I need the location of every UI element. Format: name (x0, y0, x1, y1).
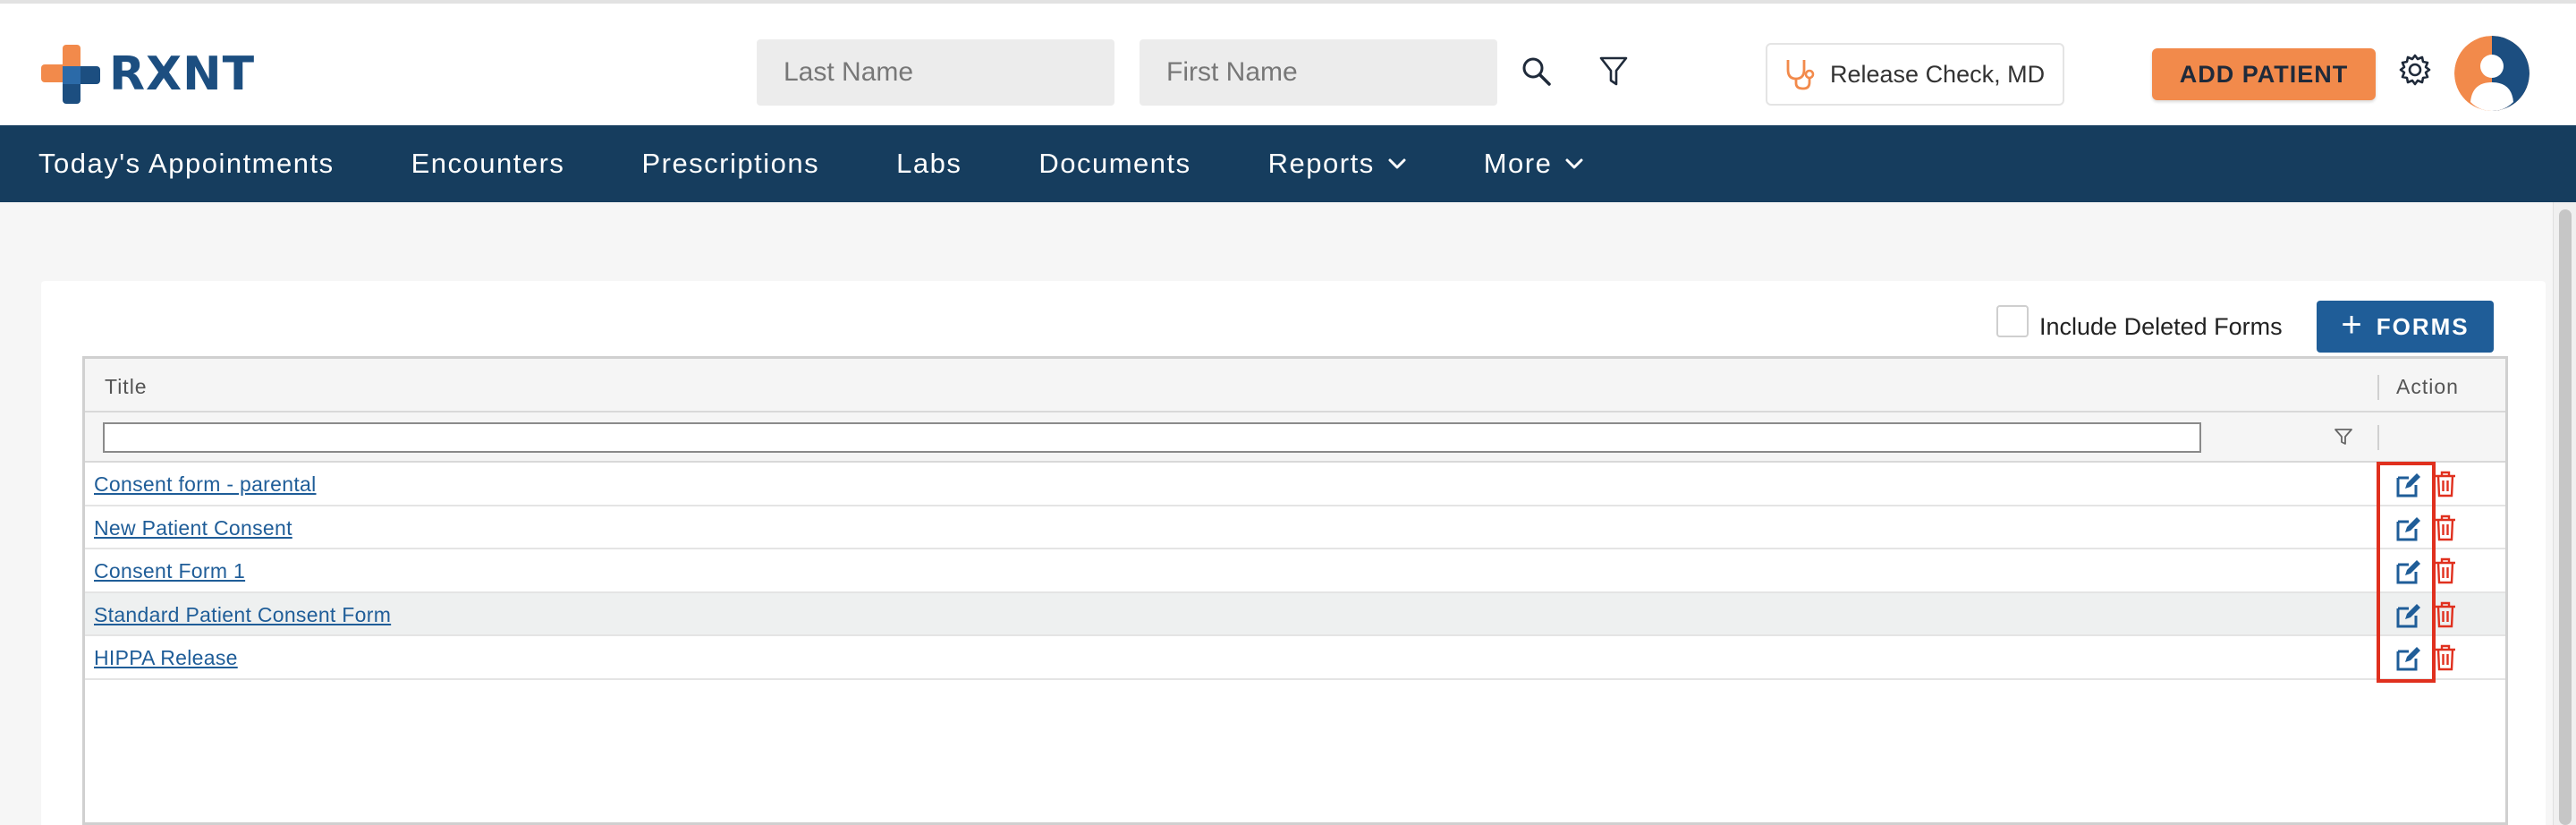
edit-icon[interactable] (2394, 471, 2423, 499)
nav-label: Reports (1267, 148, 1375, 179)
forms-grid: Title Action Consent form - parental New… (82, 356, 2508, 825)
filter-icon[interactable] (2334, 427, 2353, 447)
nav-label: Prescriptions (641, 148, 820, 179)
trash-icon[interactable] (2434, 514, 2457, 542)
settings-button[interactable] (2392, 47, 2438, 93)
main-nav: Today's Appointments Encounters Prescrip… (0, 125, 2576, 202)
nav-encounters[interactable]: Encounters (411, 148, 565, 180)
nav-label: Encounters (411, 148, 565, 179)
table-row: Consent form - parental (85, 463, 2505, 506)
nav-todays-appointments[interactable]: Today's Appointments (38, 148, 335, 180)
first-name-input[interactable] (1140, 39, 1497, 106)
trash-icon[interactable] (2434, 470, 2457, 498)
last-name-input[interactable] (757, 39, 1114, 106)
search-button[interactable] (1512, 47, 1562, 97)
form-title-link[interactable]: HIPPA Release (94, 646, 238, 670)
filter-button[interactable] (1589, 47, 1639, 97)
column-divider (2377, 375, 2379, 400)
nav-reports[interactable]: Reports (1268, 148, 1407, 180)
table-row: Consent Form 1 (85, 549, 2505, 593)
stethoscope-icon (1786, 60, 1815, 90)
logo-cross-icon (41, 45, 100, 104)
nav-labs[interactable]: Labs (896, 148, 962, 180)
include-deleted-forms-toggle[interactable]: Include Deleted Forms (1996, 301, 2283, 341)
column-header-action: Action (2396, 375, 2459, 398)
filter-icon (1599, 56, 1628, 86)
chevron-down-icon (1388, 158, 1406, 169)
page-scrollbar[interactable] (2553, 202, 2576, 825)
grid-filter-row (85, 412, 2505, 463)
include-deleted-label: Include Deleted Forms (2039, 313, 2283, 340)
nav-label: Labs (896, 148, 962, 179)
edit-icon[interactable] (2394, 557, 2423, 586)
trash-icon[interactable] (2434, 557, 2457, 585)
nav-label: More (1483, 148, 1553, 179)
column-header-title[interactable]: Title (105, 375, 148, 399)
table-row: Standard Patient Consent Form (85, 592, 2505, 636)
add-patient-button[interactable]: ADD PATIENT (2152, 48, 2376, 100)
form-title-link[interactable]: New Patient Consent (94, 516, 292, 540)
edit-icon[interactable] (2394, 601, 2423, 630)
nav-documents[interactable]: Documents (1038, 148, 1191, 180)
gear-icon (2399, 54, 2431, 86)
nav-prescriptions[interactable]: Prescriptions (641, 148, 819, 180)
forms-button-label: FORMS (2376, 312, 2470, 340)
rxnt-logo[interactable]: RXNT (41, 43, 255, 106)
nav-label: Today's Appointments (38, 148, 335, 179)
table-row: New Patient Consent (85, 506, 2505, 549)
scrollbar-thumb[interactable] (2559, 209, 2572, 825)
top-header: RXNT Release Check, MD ADD PATIENT (0, 0, 2576, 125)
nav-label: Documents (1038, 148, 1191, 179)
trash-icon[interactable] (2434, 600, 2457, 629)
user-avatar-icon (2454, 36, 2529, 111)
edit-icon[interactable] (2394, 515, 2423, 543)
add-forms-button[interactable]: + FORMS (2317, 301, 2494, 353)
plus-icon: + (2341, 304, 2364, 344)
trash-icon[interactable] (2434, 643, 2457, 672)
provider-name: Release Check, MD (1830, 60, 2046, 88)
search-icon (1522, 57, 1551, 86)
user-avatar[interactable] (2454, 36, 2529, 111)
form-title-link[interactable]: Consent Form 1 (94, 559, 245, 583)
nav-more[interactable]: More (1484, 148, 1585, 180)
form-title-link[interactable]: Consent form - parental (94, 472, 317, 497)
grid-rows: Consent form - parental New Patient Cons… (85, 463, 2505, 680)
logo-text: RXNT (109, 47, 256, 101)
column-divider (2377, 425, 2379, 450)
include-deleted-checkbox[interactable] (1996, 304, 2029, 337)
chevron-down-icon (1565, 158, 1583, 169)
edit-icon[interactable] (2394, 644, 2423, 673)
grid-header: Title Action (85, 359, 2505, 412)
table-row: HIPPA Release (85, 636, 2505, 680)
title-filter-input[interactable] (103, 422, 2201, 453)
form-title-link[interactable]: Standard Patient Consent Form (94, 603, 391, 627)
provider-selector[interactable]: Release Check, MD (1766, 43, 2064, 106)
